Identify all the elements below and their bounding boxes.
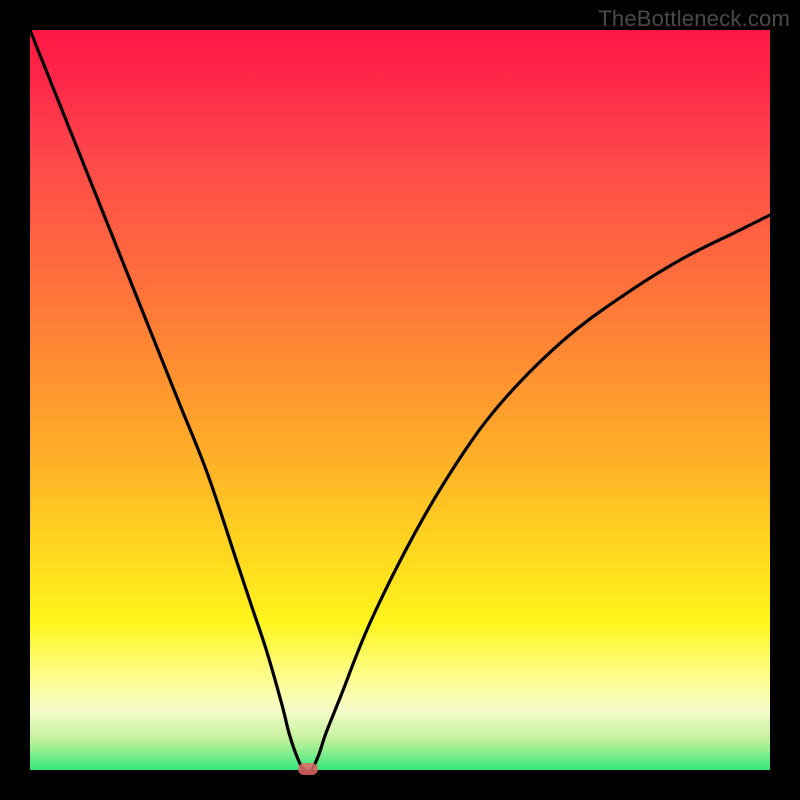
bottleneck-curve (30, 30, 770, 770)
chart-frame: TheBottleneck.com (0, 0, 800, 800)
plot-area (30, 30, 770, 770)
watermark-text: TheBottleneck.com (598, 6, 790, 32)
optimum-marker (298, 763, 318, 775)
